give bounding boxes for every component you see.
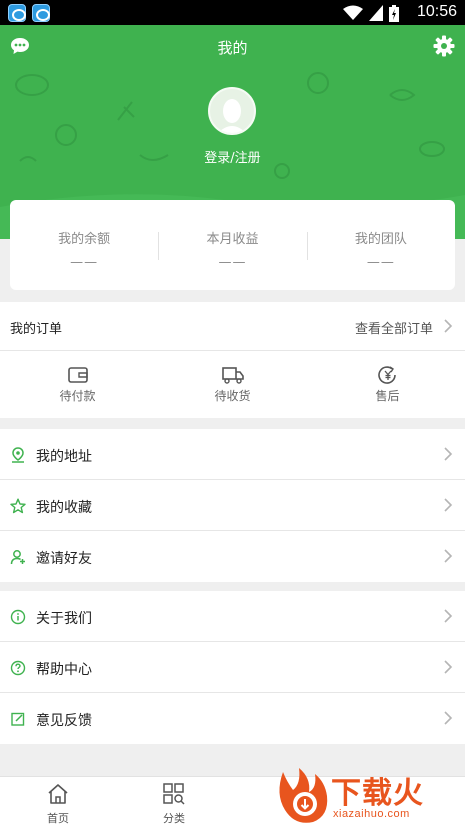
order-pending-receipt[interactable]: 待收货 bbox=[155, 351, 310, 417]
menu-item-label: 我的地址 bbox=[36, 449, 92, 465]
stat-label: 我的团队 bbox=[354, 232, 407, 247]
add-user-icon bbox=[10, 550, 25, 565]
tab-category[interactable]: 分类 bbox=[116, 777, 232, 828]
stat-label: 我的余额 bbox=[58, 232, 111, 247]
menu-item-feedback[interactable]: 意见反馈 bbox=[0, 693, 465, 744]
app-notification-icon bbox=[8, 4, 26, 22]
menu-group-account: 我的地址 我的收藏 邀请好友 bbox=[0, 429, 465, 582]
home-icon bbox=[48, 784, 68, 804]
page-title: 我的 bbox=[217, 39, 248, 57]
wallet-icon bbox=[67, 367, 88, 383]
stat-value: —— bbox=[70, 255, 99, 270]
menu-item-invite-friends[interactable]: 邀请好友 bbox=[0, 531, 465, 582]
chevron-right-icon bbox=[444, 711, 453, 725]
tab-home[interactable]: 首页 bbox=[0, 777, 116, 828]
chevron-right-icon bbox=[444, 319, 453, 333]
info-icon bbox=[10, 609, 26, 625]
tab-label: 首页 bbox=[47, 812, 69, 825]
view-all-orders-link[interactable]: 查看全部订单 bbox=[355, 318, 433, 337]
orders-section: 我的订单 查看全部订单 待付款 待收货 售后 bbox=[0, 302, 465, 418]
star-icon bbox=[10, 498, 26, 514]
menu-item-about-us[interactable]: 关于我们 bbox=[0, 591, 465, 642]
battery-icon bbox=[389, 4, 399, 22]
chevron-right-icon bbox=[444, 498, 453, 512]
watermark-brand: 下载火 bbox=[331, 776, 424, 811]
stat-balance[interactable]: 我的余额 —— bbox=[10, 200, 158, 290]
order-status-tabs: 待付款 待收货 售后 bbox=[0, 351, 465, 417]
watermark: 下载火 xiazaihuo.com bbox=[273, 764, 465, 828]
orders-title: 我的订单 bbox=[10, 322, 63, 337]
stat-monthly-earnings[interactable]: 本月收益 —— bbox=[158, 200, 306, 290]
chevron-right-icon bbox=[444, 660, 453, 674]
watermark-url: xiazaihuo.com bbox=[333, 808, 410, 820]
chevron-right-icon bbox=[444, 447, 453, 461]
help-icon bbox=[10, 660, 26, 676]
stat-value: —— bbox=[366, 255, 395, 270]
menu-item-label: 帮助中心 bbox=[36, 662, 92, 678]
order-tab-label: 待付款 bbox=[59, 389, 96, 403]
menu-item-label: 我的收藏 bbox=[36, 500, 92, 516]
wifi-icon bbox=[343, 5, 363, 20]
tab-label: 分类 bbox=[163, 812, 185, 825]
flame-logo-icon bbox=[279, 768, 328, 823]
stat-value: —— bbox=[218, 255, 247, 270]
menu-item-label: 意见反馈 bbox=[36, 713, 92, 729]
menu-item-address[interactable]: 我的地址 bbox=[0, 429, 465, 480]
status-bar: 10:56 bbox=[0, 0, 465, 25]
order-pending-payment[interactable]: 待付款 bbox=[0, 351, 155, 417]
chevron-right-icon bbox=[444, 609, 453, 623]
yuan-return-icon bbox=[377, 366, 396, 384]
stats-card: 我的余额 —— 本月收益 —— 我的团队 —— bbox=[10, 200, 455, 290]
truck-icon bbox=[221, 367, 244, 384]
menu-item-label: 关于我们 bbox=[36, 611, 92, 627]
orders-header[interactable]: 我的订单 查看全部订单 bbox=[0, 302, 465, 351]
user-placeholder-icon bbox=[218, 99, 246, 133]
signal-icon bbox=[369, 5, 383, 21]
app-notification-icon bbox=[32, 4, 50, 22]
order-tab-label: 售后 bbox=[375, 389, 400, 403]
stat-label: 本月收益 bbox=[206, 232, 259, 247]
order-tab-label: 待收货 bbox=[214, 389, 251, 403]
chevron-right-icon bbox=[444, 549, 453, 563]
menu-group-support: 关于我们 帮助中心 意见反馈 bbox=[0, 591, 465, 744]
gear-icon[interactable] bbox=[433, 35, 455, 57]
location-pin-icon bbox=[12, 447, 24, 463]
order-after-sales[interactable]: 售后 bbox=[310, 351, 465, 417]
status-icons bbox=[343, 4, 399, 22]
category-icon bbox=[163, 783, 185, 805]
edit-icon bbox=[11, 712, 25, 726]
avatar[interactable] bbox=[208, 87, 256, 135]
menu-item-label: 邀请好友 bbox=[36, 551, 92, 567]
menu-item-help-center[interactable]: 帮助中心 bbox=[0, 642, 465, 693]
menu-item-favorites[interactable]: 我的收藏 bbox=[0, 480, 465, 531]
login-register-link[interactable]: 登录/注册 bbox=[0, 147, 465, 166]
stat-team[interactable]: 我的团队 —— bbox=[306, 200, 455, 290]
clock: 10:56 bbox=[416, 3, 457, 20]
